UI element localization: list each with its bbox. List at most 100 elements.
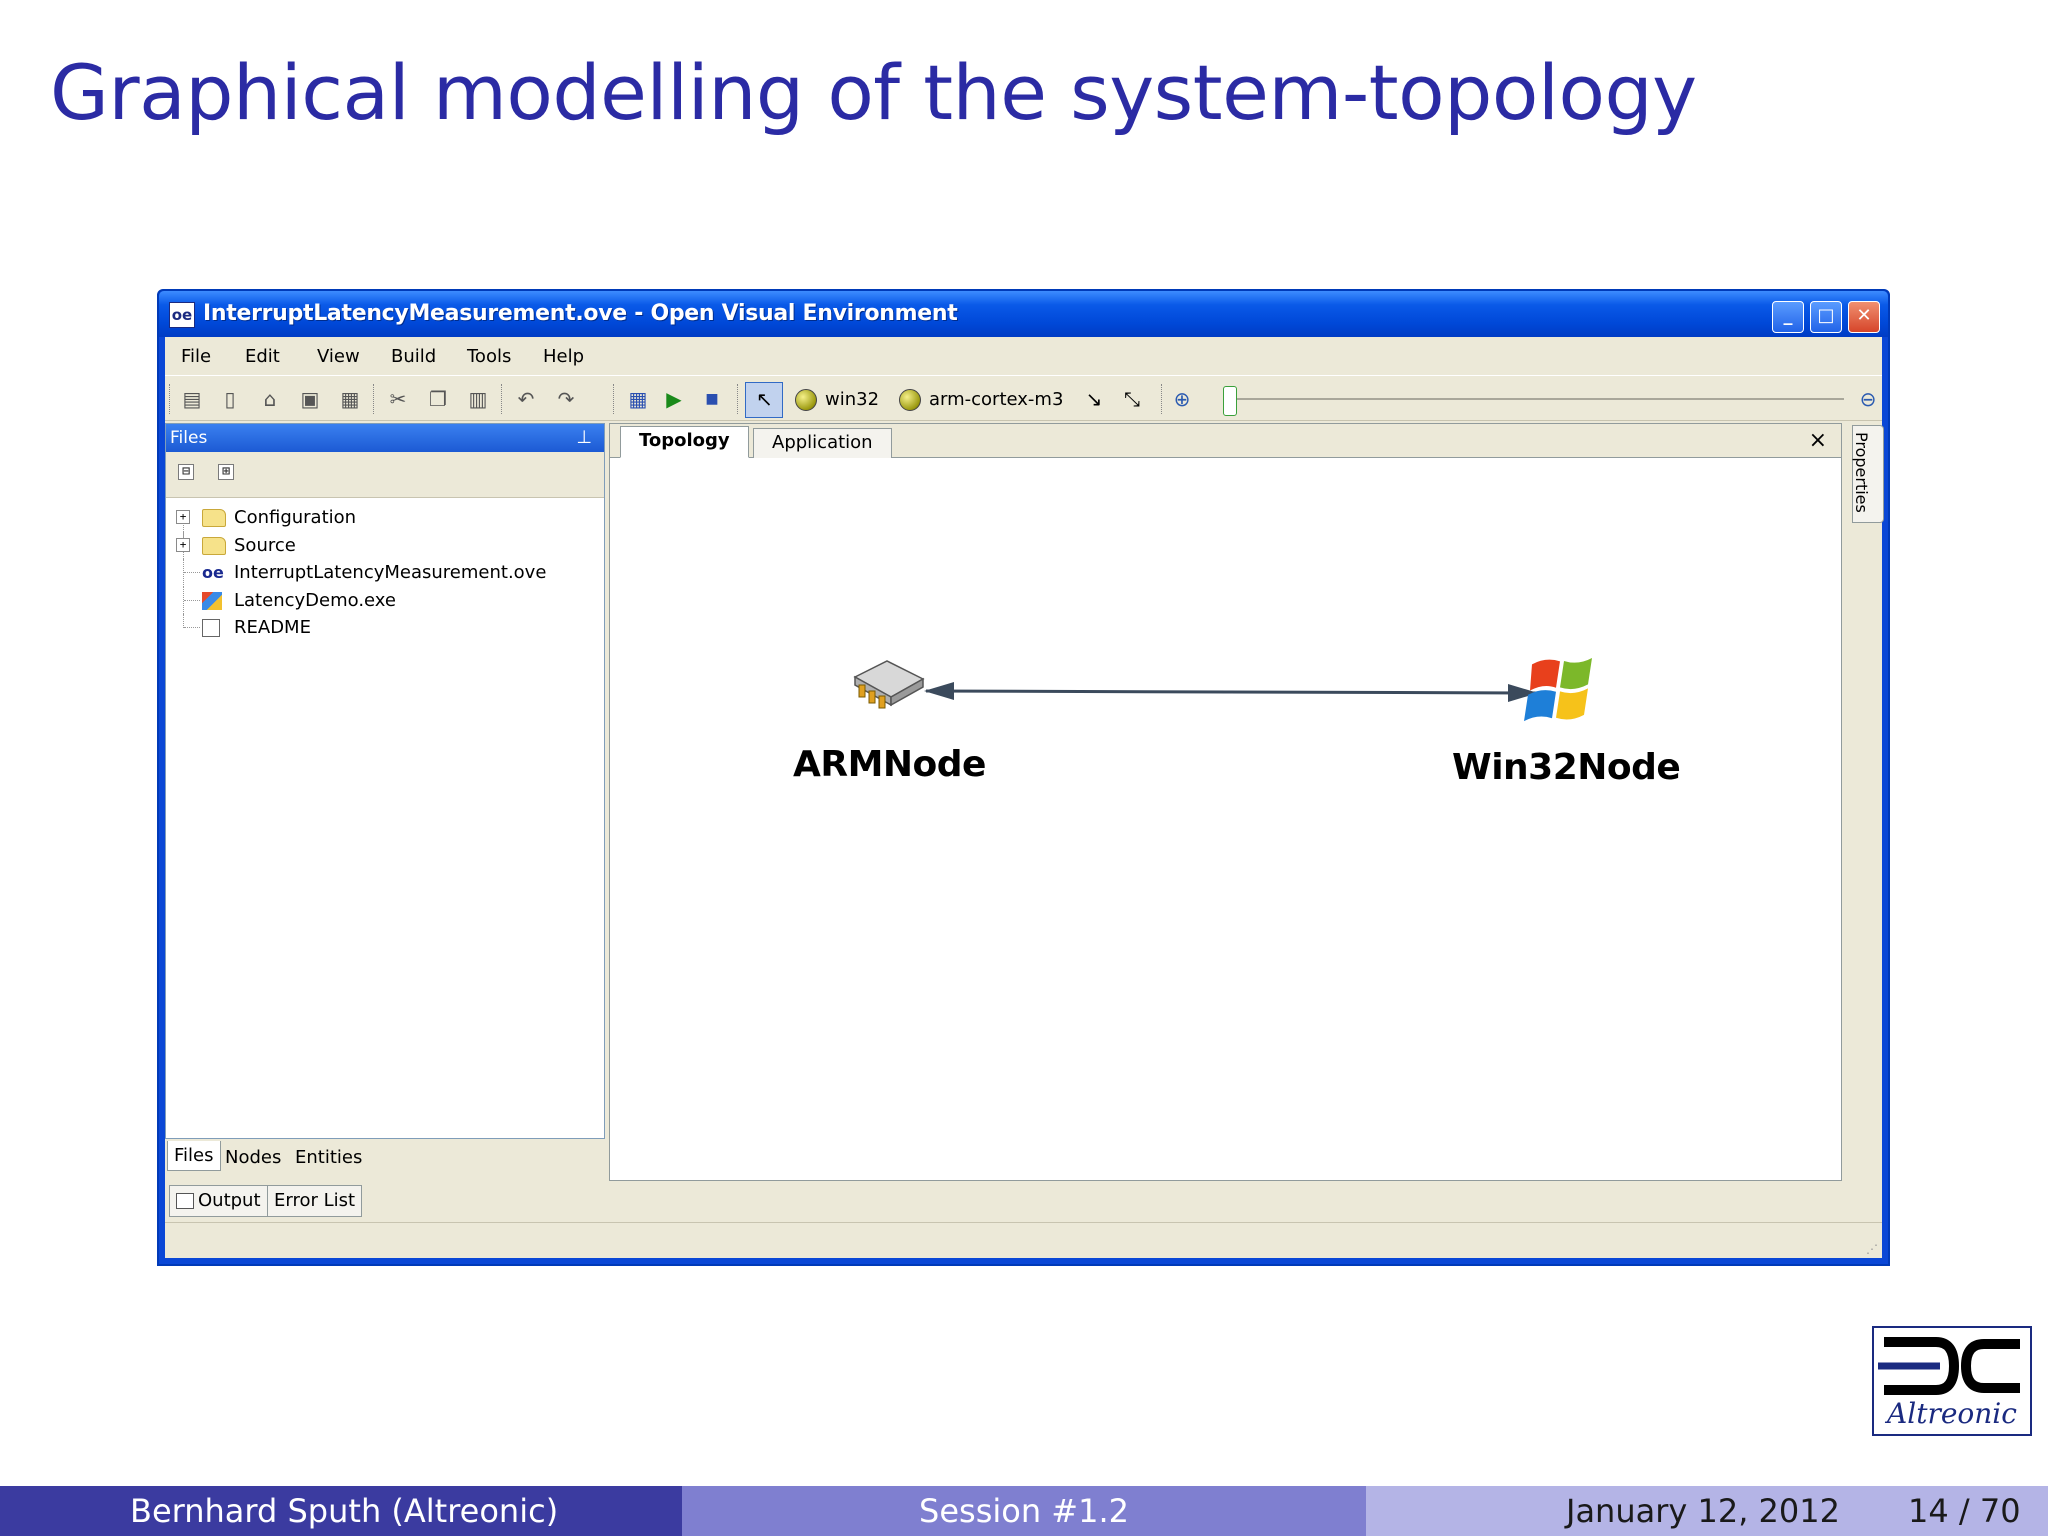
tab-error-list[interactable]: Error List xyxy=(267,1185,363,1217)
properties-label: Properties xyxy=(1852,432,1871,513)
maximize-button[interactable]: □ xyxy=(1810,301,1842,333)
topology-editor: Topology Application × ARMNode Win32Node xyxy=(609,423,1842,1181)
arm-chip-icon[interactable] xyxy=(853,660,925,709)
footer-session: Session #1.2 xyxy=(682,1486,1366,1536)
node-arm-label[interactable]: arm-cortex-m3 xyxy=(929,389,1063,410)
app-window: oe InterruptLatencyMeasurement.ove - Ope… xyxy=(157,289,1890,1266)
slide-footer: Bernhard Sputh (Altreonic) Session #1.2 … xyxy=(0,1486,2048,1536)
footer-date: January 12, 2012 xyxy=(1566,1492,1840,1530)
tree-item-source[interactable]: + Source xyxy=(166,531,604,559)
pin-icon[interactable]: ⊥ xyxy=(576,427,592,448)
arrowhead-left xyxy=(924,682,954,700)
copy-icon[interactable]: ❐ xyxy=(425,386,451,412)
tree-item-configuration[interactable]: + Configuration xyxy=(166,504,604,546)
new-project-icon[interactable]: ▤ xyxy=(179,386,205,412)
tree-item-exe-file[interactable]: LatencyDemo.exe xyxy=(166,586,604,614)
link-arrow-icon[interactable]: ↘ xyxy=(1081,386,1107,412)
files-panel-tools: ⊟ ⊞ xyxy=(166,452,604,498)
altreonic-logo-mark xyxy=(1878,1337,2020,1395)
open-icon[interactable]: ⌂ xyxy=(257,386,283,412)
menu-file[interactable]: File xyxy=(181,346,211,367)
toolbar-grip xyxy=(737,384,739,414)
node-arm-icon[interactable] xyxy=(899,389,921,411)
zoom-slider-track[interactable] xyxy=(1224,398,1844,400)
ove-file-icon: oe xyxy=(202,563,224,582)
menu-help[interactable]: Help xyxy=(543,346,584,367)
toolbar-grip xyxy=(613,384,615,414)
bottom-panel-tabs: Output Error List xyxy=(165,1183,725,1219)
resize-grip-icon[interactable]: ⋰ xyxy=(1866,1242,1878,1256)
stop-icon[interactable]: ■ xyxy=(699,386,725,412)
paste-icon[interactable]: ▥ xyxy=(465,386,491,412)
save-all-icon[interactable]: ▦ xyxy=(337,386,363,412)
redo-icon[interactable]: ↷ xyxy=(553,386,579,412)
save-icon[interactable]: ▣ xyxy=(297,386,323,412)
build-icon[interactable]: ▦ xyxy=(625,386,651,412)
footer-author: Bernhard Sputh (Altreonic) xyxy=(0,1486,682,1536)
footer-page: 14 / 70 xyxy=(1908,1492,2021,1530)
expand-icon[interactable]: + xyxy=(176,510,190,524)
tree-item-label: Source xyxy=(234,534,296,556)
menu-tools[interactable]: Tools xyxy=(467,346,511,367)
topology-canvas[interactable]: ARMNode Win32Node xyxy=(610,458,1841,1180)
zoom-in-icon[interactable]: ⊕ xyxy=(1169,386,1195,412)
tab-application[interactable]: Application xyxy=(753,428,892,458)
pointer-tool-button[interactable]: ↖ xyxy=(745,382,783,418)
zoom-slider-thumb[interactable] xyxy=(1223,386,1237,416)
window-client: File Edit View Build Tools Help ▤ ▯ ⌂ ▣ … xyxy=(165,337,1884,1258)
minimize-button[interactable]: _ xyxy=(1772,301,1804,333)
files-panel-header: Files ⊥ xyxy=(166,424,604,452)
expand-icon[interactable]: + xyxy=(176,537,190,552)
tab-files[interactable]: Files xyxy=(167,1141,221,1171)
toolbar-grip xyxy=(169,384,171,414)
menu-view[interactable]: View xyxy=(317,346,360,367)
left-panel-tabs: Files Nodes Entities xyxy=(165,1141,605,1179)
node-win32-icon[interactable] xyxy=(795,389,817,411)
link-line[interactable] xyxy=(925,689,1537,695)
collapse-all-button[interactable]: ⊟ xyxy=(178,464,194,480)
tree-item-ove-file[interactable]: oe InterruptLatencyMeasurement.ove xyxy=(166,559,604,587)
editor-tabs: Topology Application × xyxy=(610,424,1841,458)
folder-icon xyxy=(202,536,226,555)
menu-build[interactable]: Build xyxy=(391,346,436,367)
menu-edit[interactable]: Edit xyxy=(245,346,280,367)
arm-node-label[interactable]: ARMNode xyxy=(793,744,986,785)
node-win32-label[interactable]: win32 xyxy=(825,389,879,410)
tab-output[interactable]: Output xyxy=(169,1185,268,1217)
tab-entities[interactable]: Entities xyxy=(295,1147,362,1168)
tab-nodes[interactable]: Nodes xyxy=(225,1147,281,1168)
run-icon[interactable]: ▶ xyxy=(661,386,687,412)
windows-logo-icon[interactable] xyxy=(1524,655,1592,724)
toolbar-grip xyxy=(1161,384,1163,414)
topology-diagram xyxy=(853,655,1592,724)
new-file-icon[interactable]: ▯ xyxy=(217,386,243,412)
tree-connector xyxy=(183,614,184,628)
expand-all-button[interactable]: ⊞ xyxy=(218,464,234,480)
zoom-out-icon[interactable]: ⊖ xyxy=(1855,386,1881,412)
close-button[interactable]: ✕ xyxy=(1848,301,1880,333)
tree-item-label: InterruptLatencyMeasurement.ove xyxy=(234,562,547,583)
cut-icon[interactable]: ✂ xyxy=(385,386,411,412)
executable-icon xyxy=(202,591,222,610)
tree-item-readme[interactable]: README xyxy=(166,614,604,642)
app-icon: oe xyxy=(169,302,195,328)
tree-item-label: README xyxy=(234,617,311,638)
bidirectional-link-icon[interactable]: ⤡ xyxy=(1119,386,1145,412)
tab-topology[interactable]: Topology xyxy=(620,426,749,458)
properties-side-tab[interactable]: Properties xyxy=(1852,425,1884,523)
text-file-icon xyxy=(202,619,220,637)
toolbar: ▤ ▯ ⌂ ▣ ▦ ✂ ❐ ▥ ↶ ↷ ▦ ▶ ■ ↖ win32 arm-co… xyxy=(165,375,1882,421)
output-icon xyxy=(176,1193,194,1209)
slide-title: Graphical modelling of the system-topolo… xyxy=(50,48,1697,137)
files-panel-title: Files xyxy=(170,428,208,448)
menu-bar: File Edit View Build Tools Help xyxy=(165,337,1882,375)
close-tab-icon[interactable]: × xyxy=(1809,428,1827,453)
file-tree: + Configuration + Source oe InterruptLat… xyxy=(166,498,604,642)
folder-icon xyxy=(202,509,226,527)
status-bar: ⋰ xyxy=(165,1222,1882,1258)
title-bar[interactable]: oe InterruptLatencyMeasurement.ove - Ope… xyxy=(159,291,1888,337)
footer-right: January 12, 2012 14 / 70 xyxy=(1366,1486,2048,1536)
toolbar-separator xyxy=(373,384,375,414)
win32-node-label[interactable]: Win32Node xyxy=(1452,747,1681,788)
undo-icon[interactable]: ↶ xyxy=(513,386,539,412)
